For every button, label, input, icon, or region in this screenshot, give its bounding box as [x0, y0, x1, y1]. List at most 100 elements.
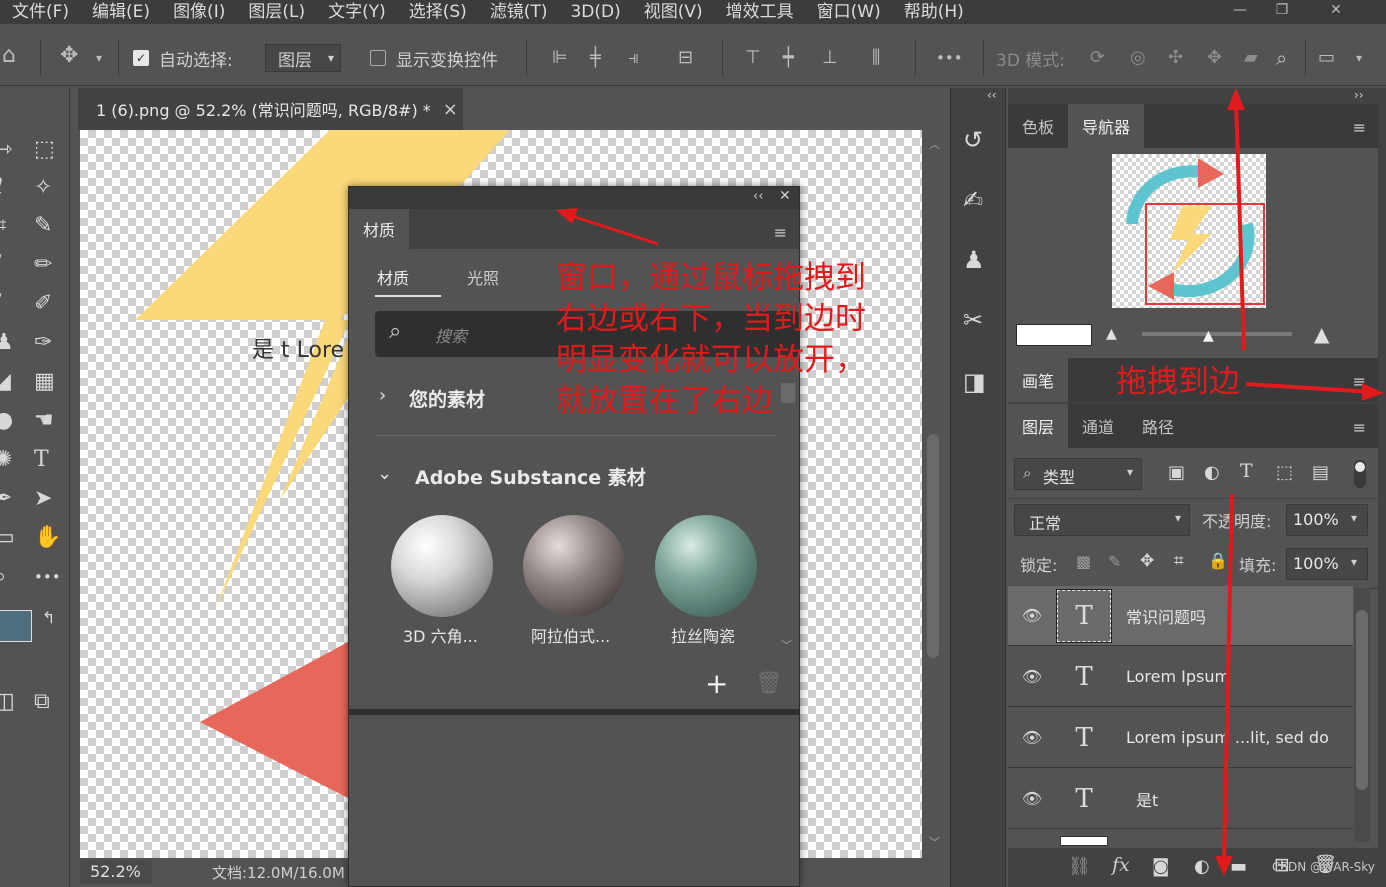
- panel-splitter[interactable]: [349, 709, 799, 715]
- history-panel-icon[interactable]: ↺: [963, 126, 983, 154]
- chevron-up-icon[interactable]: ︿: [929, 136, 940, 152]
- layer-row[interactable]: 👁 T 是t: [1008, 769, 1353, 829]
- crop-tool-icon[interactable]: ⌗: [0, 212, 6, 240]
- zoom-in-icon[interactable]: ▲: [1314, 322, 1329, 346]
- lock-position-icon[interactable]: ✥: [1140, 551, 1154, 571]
- folder-icon[interactable]: ▬: [1230, 856, 1247, 877]
- properties-panel-icon[interactable]: ◨: [963, 368, 986, 396]
- close-window-button[interactable]: ✕: [1313, 0, 1359, 20]
- auto-select-checkbox[interactable]: ✓: [133, 50, 149, 66]
- lock-all-icon[interactable]: 🔒: [1208, 551, 1228, 570]
- menu-select[interactable]: 选择(S): [397, 0, 478, 24]
- dodge-tool-icon[interactable]: ✺: [0, 446, 12, 474]
- lock-transparent-icon[interactable]: ▩: [1076, 552, 1091, 571]
- panel-menu-icon[interactable]: ≡: [774, 223, 787, 242]
- chevron-down-icon[interactable]: ⌄: [377, 463, 392, 484]
- menu-layer[interactable]: 图层(L): [236, 0, 316, 24]
- tool-presets-icon[interactable]: ✂: [963, 306, 983, 334]
- hand-tool-icon[interactable]: ✋: [34, 524, 61, 552]
- layer-row[interactable]: 👁 T Lorem Ipsum: [1008, 647, 1353, 707]
- pen-tool-icon[interactable]: ✒: [0, 485, 12, 513]
- more-options-icon[interactable]: •••: [936, 46, 963, 70]
- mixer-brush-icon[interactable]: ✐: [34, 290, 52, 318]
- align-left-icon[interactable]: ⊫: [552, 46, 568, 70]
- eye-icon[interactable]: 👁: [1008, 728, 1056, 747]
- tab-swatches[interactable]: 色板: [1008, 104, 1068, 148]
- chevron-down-icon[interactable]: ﹀: [929, 834, 940, 850]
- adjustment-layer-icon[interactable]: ◐: [1194, 856, 1210, 877]
- auto-select-checkbox-group[interactable]: ✓ 自动选择:: [133, 44, 233, 72]
- align-right-icon[interactable]: ⫣: [628, 46, 639, 70]
- menu-type[interactable]: 文字(Y): [316, 0, 397, 24]
- zoom-slider-handle[interactable]: ▲: [1203, 328, 1214, 344]
- panel-menu-icon[interactable]: ≡: [1353, 418, 1366, 437]
- roll-3d-icon[interactable]: ◎: [1130, 46, 1146, 70]
- brush-settings-icon[interactable]: ✍: [963, 186, 983, 214]
- quick-mask-icon[interactable]: ◫: [0, 688, 15, 716]
- material-thumb-brushed-ceramic[interactable]: [655, 515, 757, 617]
- collapse-panel-icon[interactable]: ‹‹: [753, 189, 763, 204]
- zoom-tool-icon[interactable]: ⌕: [0, 563, 6, 591]
- history-brush-icon[interactable]: ✑: [34, 329, 52, 357]
- move-tool-icon[interactable]: ✥: [60, 44, 78, 68]
- filter-smart-object-icon[interactable]: ▤: [1312, 462, 1329, 483]
- chevron-down-icon[interactable]: ﹀: [781, 637, 792, 653]
- more-tools-icon[interactable]: •••: [34, 563, 61, 591]
- trash-icon[interactable]: 🗑: [755, 671, 783, 696]
- video-camera-icon[interactable]: ▰: [1244, 46, 1258, 70]
- tab-channels[interactable]: 通道: [1068, 404, 1128, 448]
- expand-panels-icon[interactable]: ››: [1354, 88, 1364, 102]
- tab-paths[interactable]: 路径: [1128, 404, 1188, 448]
- home-icon[interactable]: ⌂: [2, 44, 16, 68]
- close-tab-icon[interactable]: ×: [443, 99, 458, 120]
- blur-tool-icon[interactable]: ●: [0, 407, 13, 435]
- filter-pixel-icon[interactable]: ▣: [1168, 462, 1185, 483]
- panel-menu-icon[interactable]: ≡: [1353, 372, 1366, 391]
- swap-colors-icon[interactable]: ↰: [42, 604, 55, 632]
- marquee-tool-icon[interactable]: ⬚: [34, 136, 55, 164]
- tab-navigator[interactable]: 导航器: [1068, 104, 1145, 148]
- scrollbar-thumb[interactable]: [927, 434, 939, 658]
- fx-button[interactable]: fx: [1112, 854, 1130, 876]
- menu-3d[interactable]: 3D(D): [558, 0, 631, 24]
- section-adobe-substance[interactable]: Adobe Substance 素材: [415, 463, 646, 490]
- panel-menu-icon[interactable]: ≡: [1353, 118, 1366, 137]
- zoom-slider[interactable]: [1142, 332, 1292, 336]
- link-layers-icon[interactable]: ⛓: [1068, 856, 1091, 877]
- scrollbar-thumb[interactable]: [1356, 610, 1368, 790]
- chevron-down-icon[interactable]: ▾: [1356, 46, 1362, 70]
- show-transform-group[interactable]: 显示变换控件: [370, 44, 498, 72]
- zoom-out-icon[interactable]: ▲: [1106, 326, 1117, 342]
- menu-view[interactable]: 视图(V): [632, 0, 714, 24]
- orbit-3d-icon[interactable]: ⟳: [1090, 46, 1105, 70]
- gradient-tool-icon[interactable]: ▦: [34, 368, 55, 396]
- lock-image-icon[interactable]: ✎: [1108, 552, 1121, 571]
- screen-mode-icon[interactable]: ⧉: [34, 688, 50, 716]
- align-bottom-icon[interactable]: ⊥: [822, 46, 838, 70]
- lock-artboard-icon[interactable]: ⌗: [1174, 551, 1184, 571]
- add-mask-icon[interactable]: ◙: [1152, 856, 1169, 877]
- eye-icon[interactable]: 👁: [1008, 606, 1056, 625]
- rectangle-tool-icon[interactable]: ▭: [0, 524, 15, 552]
- minimize-button[interactable]: —: [1217, 0, 1263, 20]
- healing-brush-icon[interactable]: /: [0, 251, 1, 279]
- opacity-field[interactable]: 100% ▾: [1286, 504, 1368, 536]
- blend-mode-dropdown[interactable]: 正常 ▾: [1014, 504, 1190, 536]
- menu-help[interactable]: 帮助(H): [892, 0, 975, 24]
- canvas-scrollbar[interactable]: ︿ ﹀: [922, 130, 946, 858]
- eraser-icon[interactable]: ◢: [0, 368, 11, 396]
- pencil-icon[interactable]: ✏: [34, 251, 52, 279]
- align-middle-icon[interactable]: ┿: [783, 46, 794, 70]
- material-thumb-arabesque[interactable]: [523, 515, 625, 617]
- clone-source-icon[interactable]: ♟: [963, 246, 985, 274]
- menu-file[interactable]: 文件(F): [0, 0, 80, 24]
- menu-edit[interactable]: 编辑(E): [80, 0, 161, 24]
- filter-toggle[interactable]: [1354, 460, 1366, 488]
- lasso-tool-icon[interactable]: ℓ: [0, 174, 3, 202]
- filter-type-icon[interactable]: T: [1240, 460, 1253, 482]
- align-top-icon[interactable]: ⊤: [745, 46, 761, 70]
- type-tool-icon[interactable]: T: [34, 446, 49, 474]
- document-tab[interactable]: 1 (6).png @ 52.2% (常识问题吗, RGB/8#) * ×: [78, 88, 463, 130]
- show-transform-checkbox[interactable]: [370, 50, 386, 66]
- auto-select-dropdown[interactable]: 图层 ▾: [265, 44, 341, 72]
